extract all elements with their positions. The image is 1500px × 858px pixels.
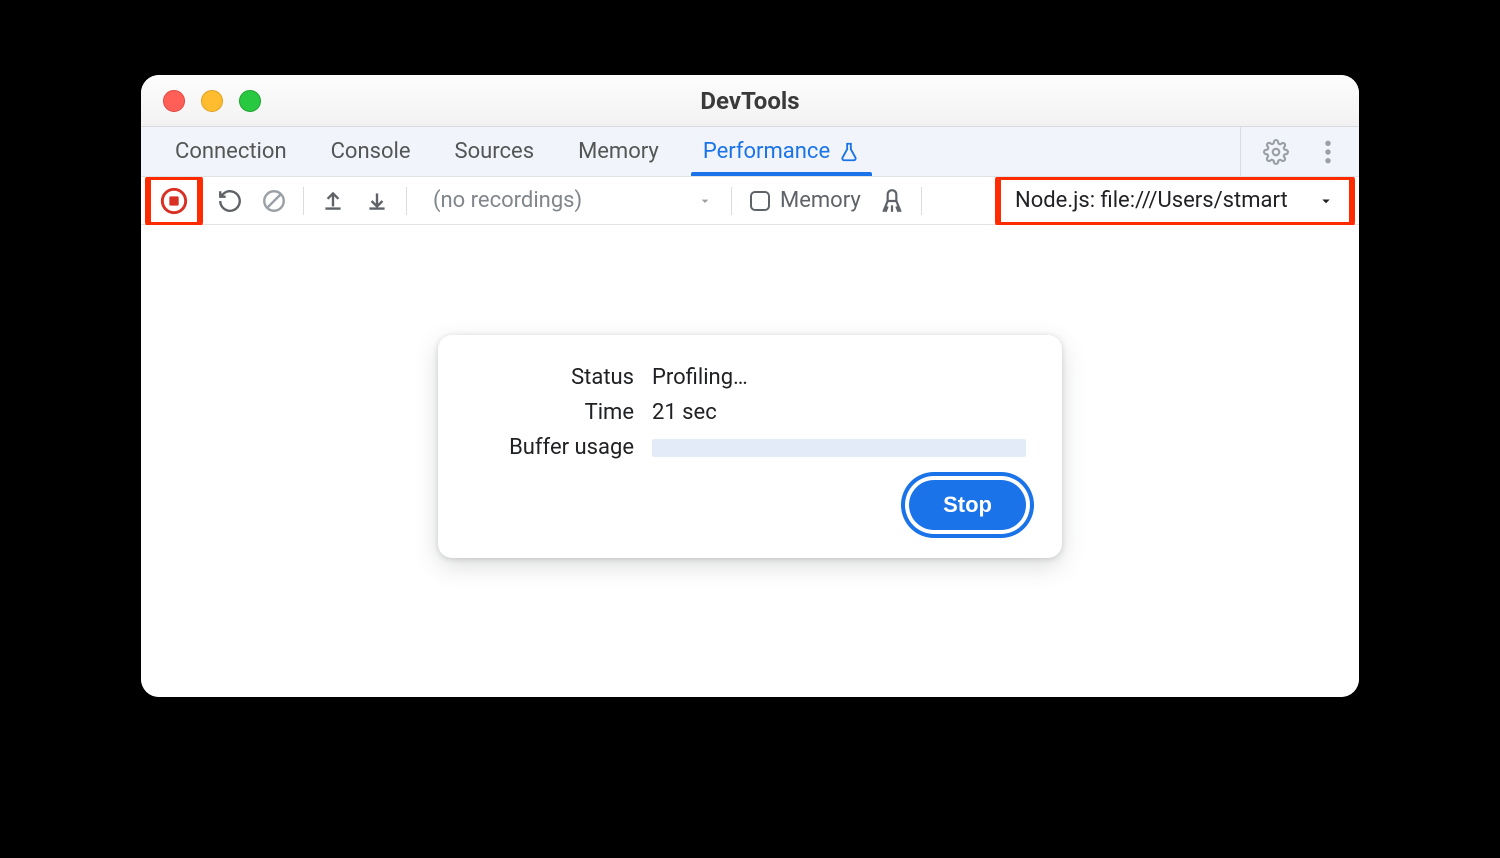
recordings-select[interactable]: (no recordings) (419, 188, 719, 213)
collect-garbage-button[interactable] (875, 184, 909, 218)
reload-button[interactable] (213, 184, 247, 218)
upload-button[interactable] (316, 184, 350, 218)
settings-button[interactable] (1259, 135, 1293, 169)
caret-down-icon (697, 193, 713, 209)
flask-icon (838, 141, 860, 163)
toolbar-separator (731, 187, 732, 215)
card-actions: Stop (474, 480, 1026, 530)
tab-connection[interactable]: Connection (153, 127, 309, 176)
tab-console-label: Console (331, 139, 411, 164)
stop-button[interactable]: Stop (909, 480, 1026, 530)
tab-performance-label: Performance (703, 139, 830, 164)
memory-checkbox[interactable]: Memory (744, 188, 861, 213)
target-select[interactable]: Node.js: file:///Users/stmart (995, 174, 1355, 228)
window-title: DevTools (141, 87, 1359, 115)
tab-memory[interactable]: Memory (556, 127, 681, 176)
performance-panel: Status Profiling… Time 21 sec Buffer usa… (141, 225, 1359, 697)
buffer-row: Buffer usage (474, 435, 1026, 460)
record-button[interactable] (157, 184, 191, 218)
status-value: Profiling… (652, 365, 748, 390)
toolbar-separator (303, 187, 304, 215)
caret-down-icon (1317, 192, 1335, 210)
record-button-highlight (145, 174, 203, 228)
tab-performance[interactable]: Performance (681, 127, 882, 176)
more-menu-button[interactable] (1311, 135, 1345, 169)
tab-console[interactable]: Console (309, 127, 433, 176)
status-label: Status (474, 365, 634, 390)
memory-checkbox-label: Memory (780, 188, 861, 213)
titlebar: DevTools (141, 75, 1359, 127)
tab-sources[interactable]: Sources (433, 127, 557, 176)
status-row: Status Profiling… (474, 365, 1026, 390)
stop-button-label: Stop (943, 492, 992, 517)
tab-memory-label: Memory (578, 139, 659, 164)
profiling-card: Status Profiling… Time 21 sec Buffer usa… (438, 335, 1062, 558)
time-label: Time (474, 400, 634, 425)
performance-toolbar: (no recordings) Memory Node.js: file:///… (141, 177, 1359, 225)
toolbar-separator (406, 187, 407, 215)
time-row: Time 21 sec (474, 400, 1026, 425)
checkbox-icon (750, 191, 770, 211)
tab-connection-label: Connection (175, 139, 287, 164)
time-value: 21 sec (652, 400, 717, 425)
download-button[interactable] (360, 184, 394, 218)
tabbar: Connection Console Sources Memory Perfor… (141, 127, 1359, 177)
clear-button[interactable] (257, 184, 291, 218)
tabbar-right-actions (1240, 127, 1345, 176)
tab-sources-label: Sources (455, 139, 535, 164)
target-select-label: Node.js: file:///Users/stmart (1015, 188, 1288, 213)
toolbar-separator (921, 187, 922, 215)
recordings-placeholder: (no recordings) (433, 188, 582, 213)
devtools-window: DevTools Connection Console Sources Memo… (141, 75, 1359, 697)
buffer-usage-bar (652, 439, 1026, 457)
buffer-label: Buffer usage (474, 435, 634, 460)
